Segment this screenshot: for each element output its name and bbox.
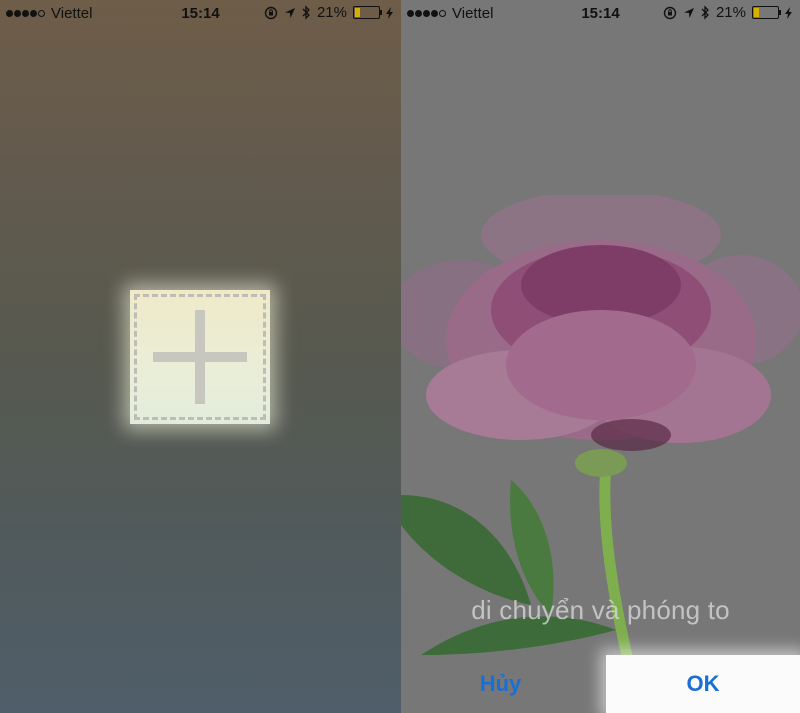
signal-strength-icon [407,10,446,17]
move-and-zoom-hint: di chuyển và phóng to [471,595,730,625]
battery-percent: 21% [715,4,746,21]
status-right: 21% [663,4,792,21]
battery-level-fill [355,8,360,17]
bluetooth-icon [701,5,709,20]
status-right: 21% [264,4,393,21]
location-icon [284,7,295,18]
status-left: Viettel [6,5,92,22]
battery-icon [752,6,781,19]
battery-level-fill [754,8,759,17]
status-left: Viettel [407,5,493,22]
flower-sepal [575,449,627,477]
status-bar: Viettel 15:14 21% [0,0,401,28]
flower-stem [599,464,635,665]
orientation-lock-icon [663,6,677,19]
wallpaper-picker-screen: Viettel 15:14 21% [0,0,401,713]
location-icon [683,7,694,18]
add-photo-button[interactable] [130,290,270,424]
status-time: 15:14 [581,5,620,22]
photo-crop-screen: Viettel 15:14 21% di chuyển và phóng to … [401,0,800,713]
bluetooth-icon [302,5,310,20]
status-bar: Viettel 15:14 21% [401,0,800,28]
carrier-name: Viettel [452,5,494,22]
battery-percent: 21% [316,4,347,21]
cancel-button[interactable]: Hủy [401,655,600,713]
charging-icon [386,6,393,19]
signal-strength-icon [6,10,45,17]
battery-icon [353,6,382,19]
ok-button[interactable]: OK [606,655,800,713]
plus-icon-bar [153,352,247,362]
carrier-name: Viettel [51,5,93,22]
status-time: 15:14 [181,5,220,22]
charging-icon [785,6,792,19]
orientation-lock-icon [264,6,278,19]
crop-action-bar: Hủy OK [401,655,800,713]
